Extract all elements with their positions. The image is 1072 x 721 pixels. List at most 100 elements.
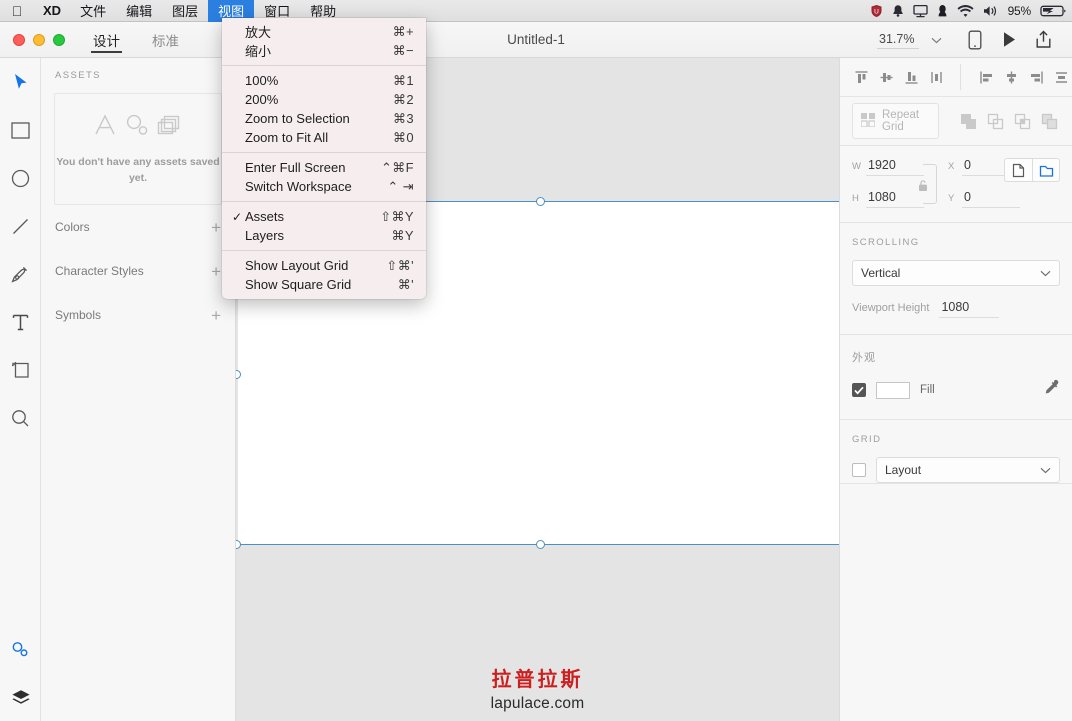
menu-item-switch-workspace[interactable]: Switch Workspace ⌃ ⇥ [222,177,426,196]
assets-section-character-styles-label: Character Styles [55,264,144,278]
scrolling-mode-select[interactable]: Vertical [852,260,1060,286]
menu-item-zoom-out[interactable]: 缩小 ⌘− [222,41,426,60]
scrolling-mode-value: Vertical [861,266,900,280]
assets-empty-state: You don't have any assets saved yet. [54,93,222,205]
grid-checkbox[interactable] [852,463,866,477]
tab-prototype[interactable]: 标准 [150,22,181,58]
select-tool[interactable] [0,58,41,106]
height-input[interactable]: 1080 [866,190,924,208]
add-symbol-button[interactable]: + [211,307,221,324]
menu-item-zoom-100-shortcut: ⌘1 [393,73,414,89]
menu-item-layers[interactable]: Layers ⌘Y [222,226,426,245]
add-character-style-button[interactable]: + [211,263,221,280]
menu-item-enter-full-screen[interactable]: Enter Full Screen ⌃⌘F [222,158,426,177]
boolean-intersect-icon[interactable] [1011,110,1033,132]
distribute-horizontal-icon[interactable] [1050,64,1072,90]
wifi-icon[interactable] [957,4,974,18]
y-input[interactable]: 0 [962,190,1020,208]
align-right-icon[interactable] [1025,64,1048,90]
boolean-exclude-icon[interactable] [1038,110,1060,132]
fill-row: Fill [840,365,1072,419]
alignment-toolbar [840,58,1072,96]
menu-item-assets-label: Assets [245,209,364,224]
align-top-icon[interactable] [850,64,873,90]
menu-item-zoom-to-fit-all[interactable]: Zoom to Fit All ⌘0 [222,128,426,147]
tab-design[interactable]: 设计 [91,22,122,58]
menu-item-assets[interactable]: ✓ Assets ⇧⌘Y [222,207,426,226]
line-tool[interactable] [0,202,41,250]
menu-item-show-layout-grid[interactable]: Show Layout Grid ⇧⌘' [222,256,426,275]
align-horizontal-center-icon[interactable] [1000,64,1023,90]
assets-section-symbols[interactable]: Symbols + [41,293,235,337]
resize-handle-bottom-left[interactable] [236,540,241,549]
device-preview-button[interactable] [958,22,992,58]
menu-item-zoom-100[interactable]: 100% ⌘1 [222,71,426,90]
menu-item-zoom-in[interactable]: 放大 ⌘+ [222,22,426,41]
menu-item-show-square-grid-shortcut: ⌘' [398,277,414,293]
add-color-button[interactable]: + [211,219,221,236]
assets-section-symbols-label: Symbols [55,308,101,322]
align-bottom-icon[interactable] [900,64,923,90]
menu-item-file[interactable]: 文件 [70,0,116,22]
menu-item-zoom-in-label: 放大 [245,22,377,41]
close-button[interactable] [13,34,25,46]
menu-item-zoom-100-label: 100% [245,73,377,88]
width-field[interactable]: W 1920 [852,158,924,176]
minimize-button[interactable] [33,34,45,46]
zoom-button[interactable] [53,34,65,46]
menu-item-zoom-to-selection[interactable]: Zoom to Selection ⌘3 [222,109,426,128]
ellipse-tool[interactable] [0,154,41,202]
bell-icon[interactable] [892,4,904,18]
penguin-icon[interactable] [937,4,948,18]
play-preview-button[interactable] [992,22,1026,58]
resize-handle-bottom-center[interactable] [536,540,545,549]
menu-item-show-square-grid[interactable]: Show Square Grid ⌘' [222,275,426,294]
resize-handle-top-center[interactable] [536,197,545,206]
align-vertical-center-icon[interactable] [875,64,898,90]
zoom-control[interactable]: 31.7% [877,31,942,49]
repeat-grid-button[interactable]: Repeat Grid [852,103,939,139]
rectangle-tool[interactable] [0,106,41,154]
scrollable-artboard-button[interactable] [1032,158,1060,182]
menu-item-edit[interactable]: 编辑 [116,0,162,22]
y-field[interactable]: Y 0 [948,190,1020,208]
lock-aspect-ratio-icon[interactable] [918,177,928,199]
menu-item-xd[interactable]: XD [34,0,70,22]
boolean-subtract-icon[interactable] [984,110,1006,132]
share-export-button[interactable] [1026,22,1060,58]
grid-heading: GRID [840,420,1072,445]
pen-tool[interactable] [0,250,41,298]
fill-checkbox[interactable] [852,383,866,397]
layers-panel-toggle[interactable] [0,673,41,721]
width-input[interactable]: 1920 [866,158,924,176]
height-field[interactable]: H 1080 [852,190,924,208]
menu-item-show-square-grid-label: Show Square Grid [245,277,382,292]
menu-item-layer[interactable]: 图层 [162,0,208,22]
menu-item-zoom-200[interactable]: 200% ⌘2 [222,90,426,109]
menu-item-enter-full-screen-shortcut: ⌃⌘F [381,160,414,176]
assets-section-colors[interactable]: Colors + [41,205,235,249]
chevron-down-icon[interactable] [931,31,942,49]
distribute-vertical-icon[interactable] [925,64,948,90]
text-tool[interactable] [0,298,41,346]
assets-panel-toggle[interactable] [0,625,41,673]
fill-color-swatch[interactable] [876,382,910,399]
fill-label: Fill [920,384,935,396]
shield-icon[interactable]: U [870,4,883,18]
artboard-tool[interactable] [0,346,41,394]
volume-icon[interactable] [983,4,999,18]
appearance-heading: 外观 [840,335,1072,365]
view-menu-dropdown[interactable]: 放大 ⌘+ 缩小 ⌘− 100% ⌘1 200% ⌘2 Zoom to Sele… [222,18,426,299]
fixed-artboard-button[interactable] [1004,158,1032,182]
eyedropper-icon[interactable] [1043,379,1060,401]
boolean-add-icon[interactable] [957,110,979,132]
zoom-tool[interactable] [0,394,41,442]
airdrop-icon[interactable] [913,4,928,18]
battery-charging-icon[interactable] [1040,4,1066,18]
viewport-height-input[interactable]: 1080 [939,300,999,318]
align-left-icon[interactable] [975,64,998,90]
zoom-level-value[interactable]: 31.7% [877,31,919,49]
grid-type-select[interactable]: Layout [876,457,1060,483]
assets-section-character-styles[interactable]: Character Styles + [41,249,235,293]
apple-logo-icon[interactable]:  [0,0,34,22]
